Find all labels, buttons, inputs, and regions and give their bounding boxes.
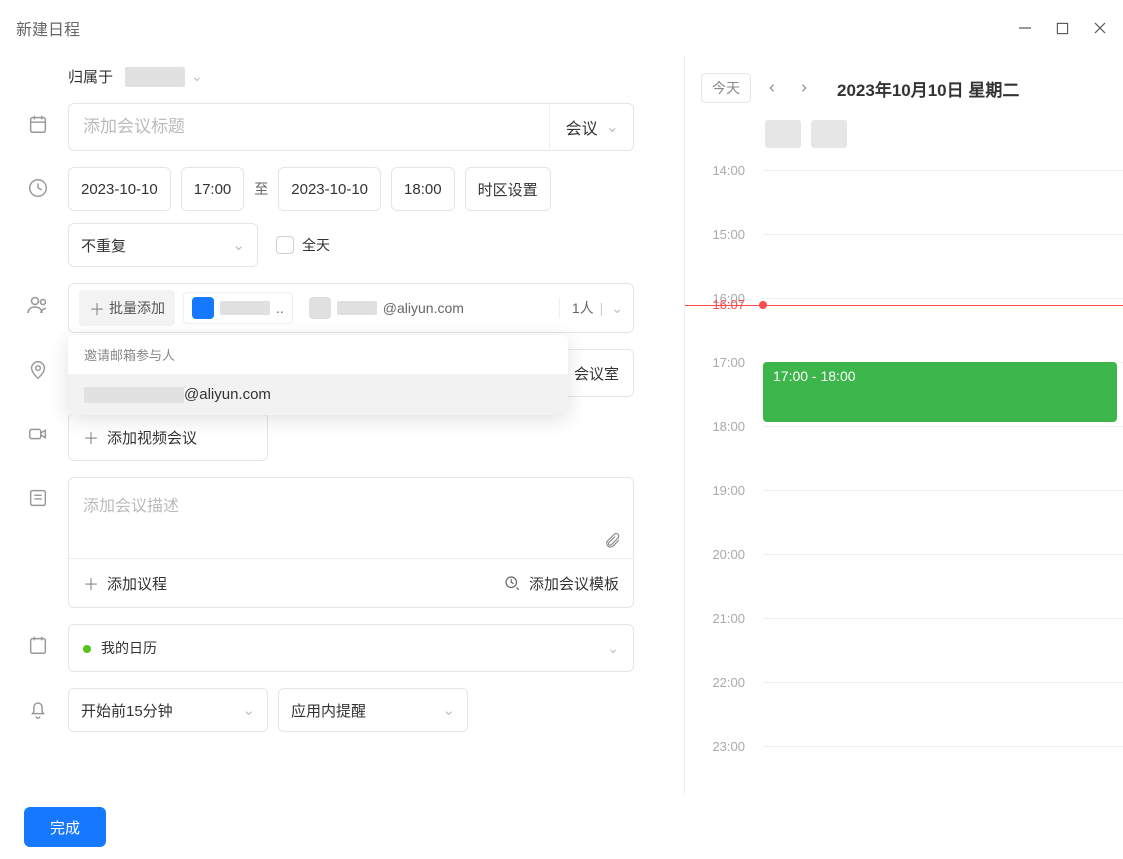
start-time-input[interactable]: 17:00: [181, 167, 245, 211]
add-template-button[interactable]: 添加会议模板: [503, 571, 619, 595]
attendee-avatars-row: [685, 120, 1123, 160]
chevron-down-icon: ⌄: [191, 68, 203, 85]
hour-row: 20:00: [763, 554, 1123, 618]
start-date-input[interactable]: 2023-10-10: [68, 167, 171, 211]
hour-row: 16:00: [763, 298, 1123, 362]
now-indicator: 16:07: [685, 305, 1123, 306]
hour-label: 15:00: [685, 227, 755, 242]
add-agenda-button[interactable]: ＋ 添加议程: [83, 571, 167, 595]
hour-label: 14:00: [685, 163, 755, 178]
footer: 完成: [0, 795, 1123, 859]
meeting-room-button[interactable]: 会议室: [574, 363, 619, 384]
owner-label: 归属于: [68, 66, 113, 87]
chevron-down-icon: ⌄: [242, 701, 255, 719]
event-type-label: 会议: [566, 115, 598, 139]
day-grid[interactable]: 14:0015:0016:0017:0018:0019:0020:0021:00…: [685, 160, 1123, 795]
calendar-icon: [24, 624, 52, 656]
attachment-icon[interactable]: [603, 532, 621, 550]
done-button[interactable]: 完成: [24, 807, 106, 847]
description-box: 添加会议描述 ＋ 添加议程 添加会议模板: [68, 477, 634, 608]
prev-day-button[interactable]: [761, 81, 783, 95]
chevron-down-icon: ⌄: [607, 640, 619, 657]
dropdown-header: 邀请邮箱参与人: [68, 335, 568, 374]
hour-row: 18:00: [763, 426, 1123, 490]
maximize-button[interactable]: [1056, 22, 1069, 35]
close-button[interactable]: [1093, 21, 1107, 35]
location-icon: [24, 349, 52, 381]
attendee-count-button[interactable]: 1人 | ⌄: [559, 298, 623, 318]
hour-row: 22:00: [763, 682, 1123, 746]
window-controls: [1018, 21, 1107, 35]
dropdown-item[interactable]: @aliyun.com: [68, 374, 568, 415]
repeat-select[interactable]: 不重复 ⌄: [68, 223, 258, 267]
hour-row: 14:00: [763, 170, 1123, 234]
now-dot-icon: [759, 301, 767, 309]
hour-label: 17:00: [685, 355, 755, 370]
attendee-chip[interactable]: @aliyun.com: [301, 293, 472, 323]
avatar-icon: [811, 120, 847, 148]
invite-dropdown: 邀请邮箱参与人 @aliyun.com: [68, 335, 568, 415]
plus-icon: ＋: [83, 425, 99, 449]
hour-label: 23:00: [685, 739, 755, 754]
chevron-down-icon: ⌄: [611, 300, 623, 317]
minimize-button[interactable]: [1018, 21, 1032, 35]
avatar-icon: [192, 297, 214, 319]
hour-label: 18:00: [685, 419, 755, 434]
hour-row: 15:00: [763, 234, 1123, 298]
attendees-box[interactable]: ＋ 批量添加 .. @aliyun.com 1人: [68, 283, 634, 333]
to-label: 至: [254, 179, 268, 199]
avatar-icon: [309, 297, 331, 319]
event-type-select[interactable]: 会议 ⌄: [549, 104, 619, 150]
add-video-button[interactable]: ＋ 添加视频会议: [68, 413, 268, 461]
form-panel: 归属于 ⌄ 会议 ⌄: [0, 56, 684, 795]
video-icon: [24, 413, 52, 445]
meeting-title-input[interactable]: [83, 117, 549, 137]
chevron-down-icon: ⌄: [442, 701, 455, 719]
template-icon: [503, 574, 521, 592]
title-box: 会议 ⌄: [68, 103, 634, 151]
hour-row: 23:00: [763, 746, 1123, 795]
owner-select[interactable]: ⌄: [125, 67, 203, 87]
title-icon: [24, 103, 52, 135]
hour-row: 21:00: [763, 618, 1123, 682]
clock-icon: [24, 167, 52, 199]
plus-icon: ＋: [89, 296, 105, 320]
bell-icon: [24, 688, 52, 720]
hour-label: 21:00: [685, 611, 755, 626]
hour-label: 20:00: [685, 547, 755, 562]
batch-add-button[interactable]: ＋ 批量添加: [79, 290, 175, 326]
day-view-panel: 今天 2023年10月10日 星期二 14:0015:0016:0017:001…: [684, 56, 1123, 795]
description-input[interactable]: 添加会议描述: [69, 478, 633, 558]
hour-label: 22:00: [685, 675, 755, 690]
end-date-input[interactable]: 2023-10-10: [278, 167, 381, 211]
attendee-chip[interactable]: ..: [183, 292, 293, 324]
timezone-button[interactable]: 时区设置: [465, 167, 551, 211]
hour-label: 19:00: [685, 483, 755, 498]
chevron-down-icon: ⌄: [232, 236, 245, 254]
event-block[interactable]: 17:00 - 18:00: [763, 362, 1117, 422]
calendar-select[interactable]: 我的日历 ⌄: [68, 624, 634, 672]
people-icon: [24, 283, 52, 317]
next-day-button[interactable]: [793, 81, 815, 95]
window-title: 新建日程: [16, 16, 80, 40]
calendar-dot-icon: [83, 645, 91, 653]
hour-row: 19:00: [763, 490, 1123, 554]
allday-label: 全天: [302, 235, 330, 255]
reminder-method-select[interactable]: 应用内提醒 ⌄: [278, 688, 468, 732]
reminder-time-select[interactable]: 开始前15分钟 ⌄: [68, 688, 268, 732]
today-button[interactable]: 今天: [701, 73, 751, 103]
date-header: 2023年10月10日 星期二: [837, 76, 1019, 101]
end-time-input[interactable]: 18:00: [391, 167, 455, 211]
description-icon: [24, 477, 52, 509]
allday-checkbox[interactable]: [276, 236, 294, 254]
chevron-down-icon: ⌄: [606, 117, 619, 137]
titlebar: 新建日程: [0, 0, 1123, 56]
plus-icon: ＋: [83, 571, 99, 595]
avatar-icon: [765, 120, 801, 148]
